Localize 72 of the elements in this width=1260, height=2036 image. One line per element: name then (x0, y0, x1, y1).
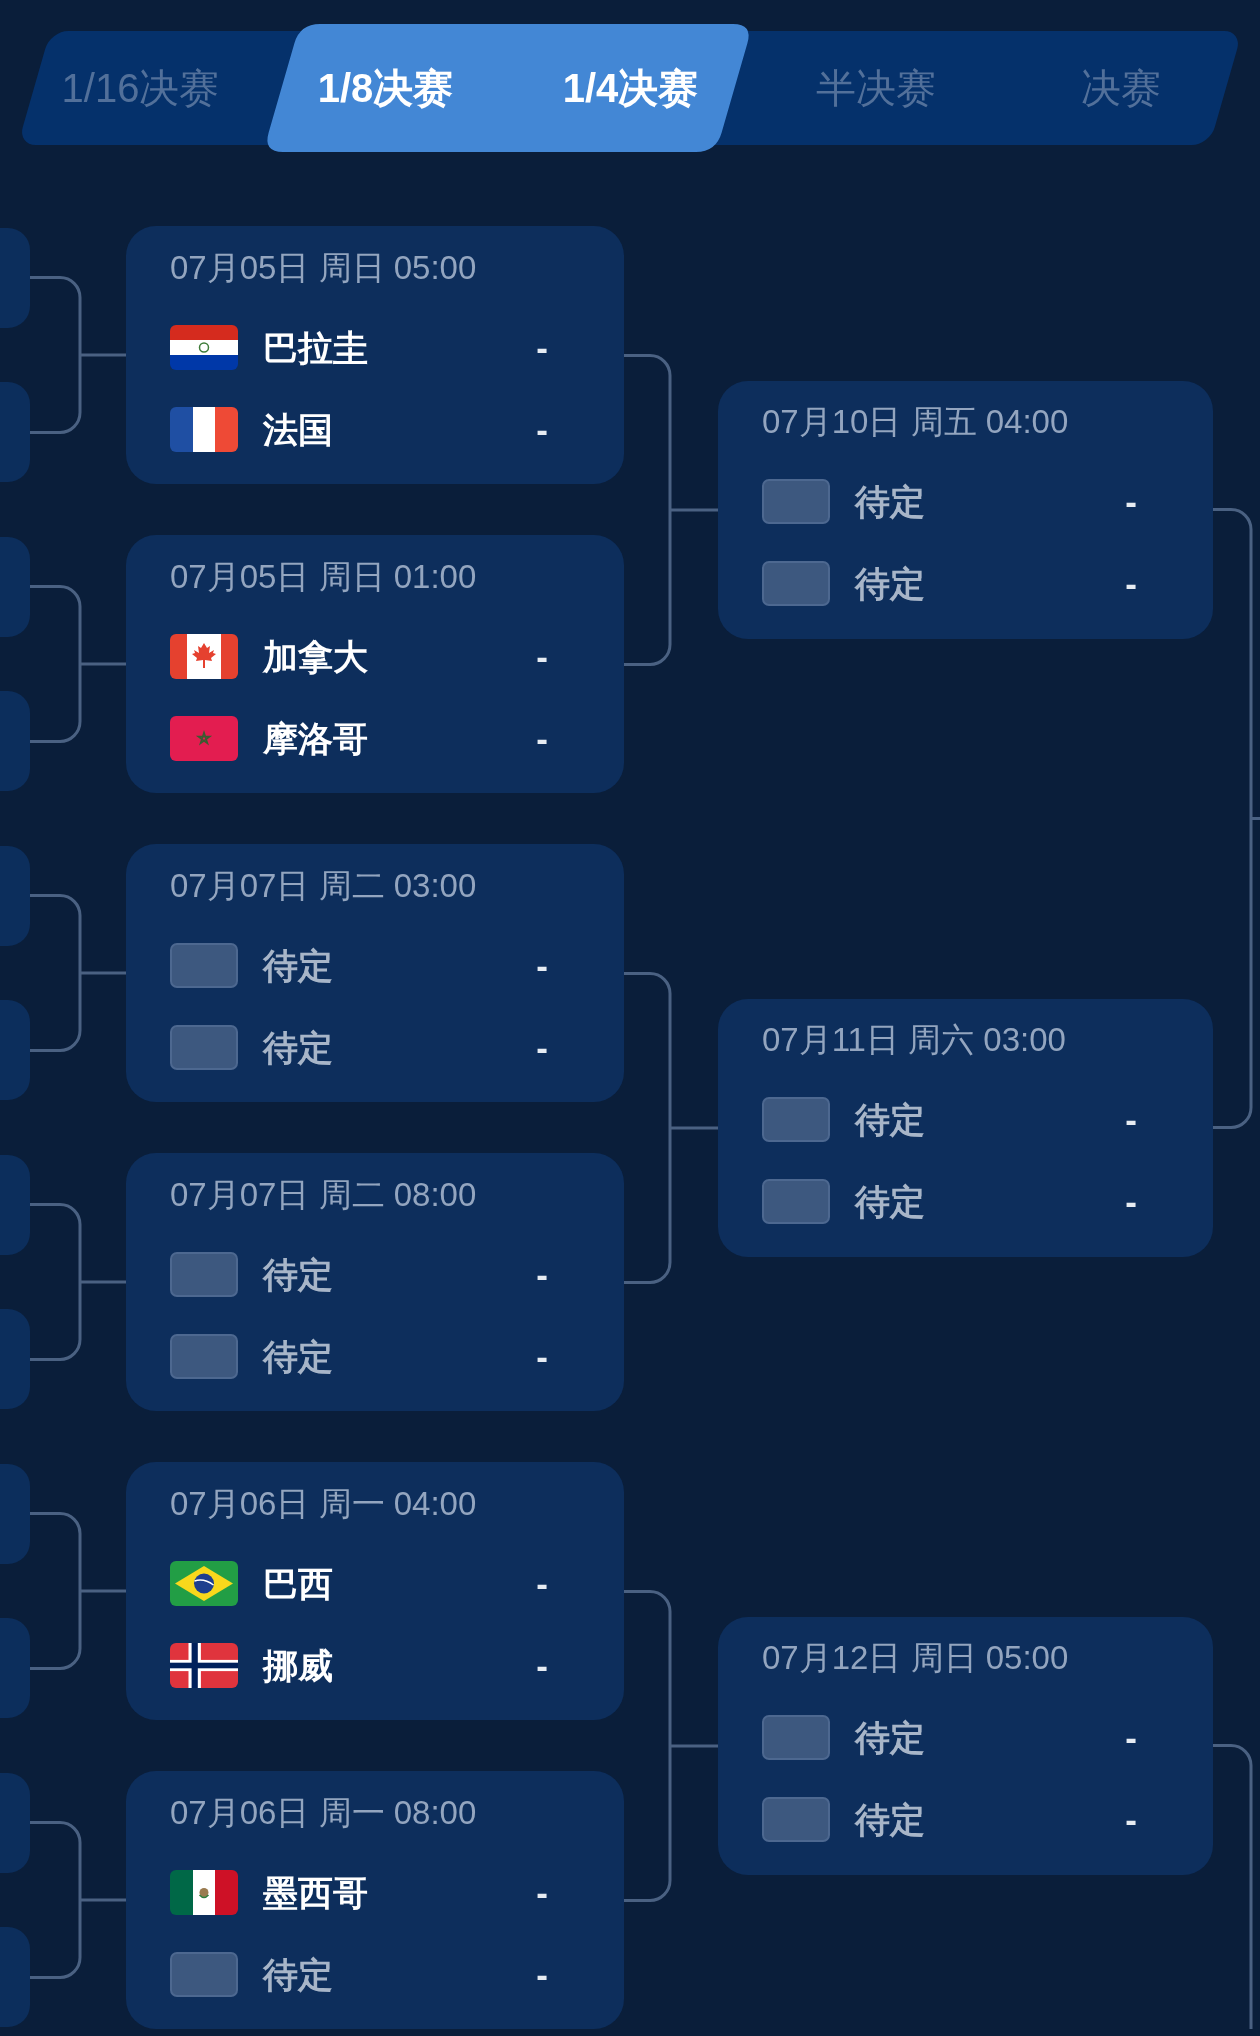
flag-placeholder-icon (170, 1333, 238, 1379)
match-card[interactable]: 07月07日 周二 08:00 待定 - 待定 - (126, 1153, 624, 1411)
flag-placeholder-icon (762, 479, 830, 524)
match-time: 07月06日 周一 04:00 (170, 1486, 477, 1520)
match-time: 07月06日 周一 08:00 (170, 1795, 477, 1829)
morocco-flag-icon (170, 715, 238, 761)
match-card[interactable]: 07月11日 周六 03:00 待定 - 待定 - (718, 998, 1213, 1257)
norway-flag-icon (170, 1642, 238, 1688)
match-card[interactable]: 07月05日 周日 05:00 巴拉圭 - 法国 - (126, 226, 624, 484)
team-name: 摩洛哥 (263, 720, 368, 756)
score-text: - (536, 947, 548, 983)
match-card[interactable]: 07月10日 周五 04:00 待定 - 待定 - (718, 380, 1213, 639)
score-text: - (536, 1338, 548, 1374)
team-name: 待定 (263, 947, 333, 983)
match-card[interactable]: 07月06日 周一 04:00 巴西 - 挪威 - (126, 1462, 624, 1720)
flag-placeholder-icon (762, 1097, 830, 1142)
team-name: 待定 (263, 1338, 333, 1374)
paraguay-flag-icon (170, 324, 238, 370)
france-flag-icon (170, 406, 238, 452)
flag-placeholder-icon (762, 1797, 830, 1842)
team-name: 待定 (855, 1720, 925, 1755)
score-text: - (536, 638, 548, 674)
team-name: 墨西哥 (263, 1874, 368, 1910)
score-text: - (536, 1647, 548, 1683)
score-text: - (536, 720, 548, 756)
match-card[interactable]: 07月07日 周二 03:00 待定 - 待定 - (126, 844, 624, 1102)
match-time: 07月07日 周二 08:00 (170, 1177, 477, 1211)
team-name: 待定 (855, 484, 925, 519)
score-text: - (536, 329, 548, 365)
mexico-flag-icon (170, 1869, 238, 1915)
score-text: - (1125, 1184, 1137, 1219)
team-name: 待定 (855, 1184, 925, 1219)
score-text: - (1125, 1802, 1137, 1837)
team-name: 加拿大 (263, 638, 368, 674)
match-time: 07月10日 周五 04:00 (762, 405, 1069, 438)
team-name: 待定 (855, 1802, 925, 1837)
brazil-flag-icon (170, 1560, 238, 1606)
canada-flag-icon (170, 633, 238, 679)
match-card[interactable]: 07月05日 周日 01:00 加拿大 - 摩洛哥 - (126, 535, 624, 793)
match-time: 07月12日 周日 05:00 (762, 1641, 1069, 1674)
match-time: 07月11日 周六 03:00 (762, 1023, 1066, 1056)
score-text: - (536, 1874, 548, 1910)
match-card[interactable]: 07月12日 周日 05:00 待定 - 待定 - (718, 1616, 1213, 1875)
flag-placeholder-icon (170, 1024, 238, 1070)
score-text: - (536, 1956, 548, 1992)
score-text: - (536, 411, 548, 447)
score-text: - (1125, 1720, 1137, 1755)
score-text: - (1125, 566, 1137, 601)
flag-placeholder-icon (762, 1715, 830, 1760)
team-name: 挪威 (263, 1647, 333, 1683)
team-name: 巴西 (263, 1565, 333, 1601)
flag-placeholder-icon (762, 561, 830, 606)
flag-placeholder-icon (170, 1251, 238, 1297)
team-name: 待定 (855, 566, 925, 601)
match-card[interactable]: 07月06日 周一 08:00 墨西哥 - 待定 - (126, 1771, 624, 2029)
team-name: 待定 (263, 1256, 333, 1292)
team-name: 巴拉圭 (263, 329, 368, 365)
score-text: - (536, 1565, 548, 1601)
flag-placeholder-icon (170, 1951, 238, 1997)
flag-placeholder-icon (170, 942, 238, 988)
score-text: - (1125, 1102, 1137, 1137)
score-text: - (536, 1029, 548, 1065)
match-time: 07月05日 周日 05:00 (170, 250, 477, 284)
match-time: 07月05日 周日 01:00 (170, 559, 477, 593)
score-text: - (1125, 484, 1137, 519)
team-name: 待定 (263, 1029, 333, 1065)
team-name: 待定 (263, 1956, 333, 1992)
match-time: 07月07日 周二 03:00 (170, 868, 477, 902)
flag-placeholder-icon (762, 1179, 830, 1224)
score-text: - (536, 1256, 548, 1292)
team-name: 待定 (855, 1102, 925, 1137)
team-name: 法国 (263, 411, 333, 447)
